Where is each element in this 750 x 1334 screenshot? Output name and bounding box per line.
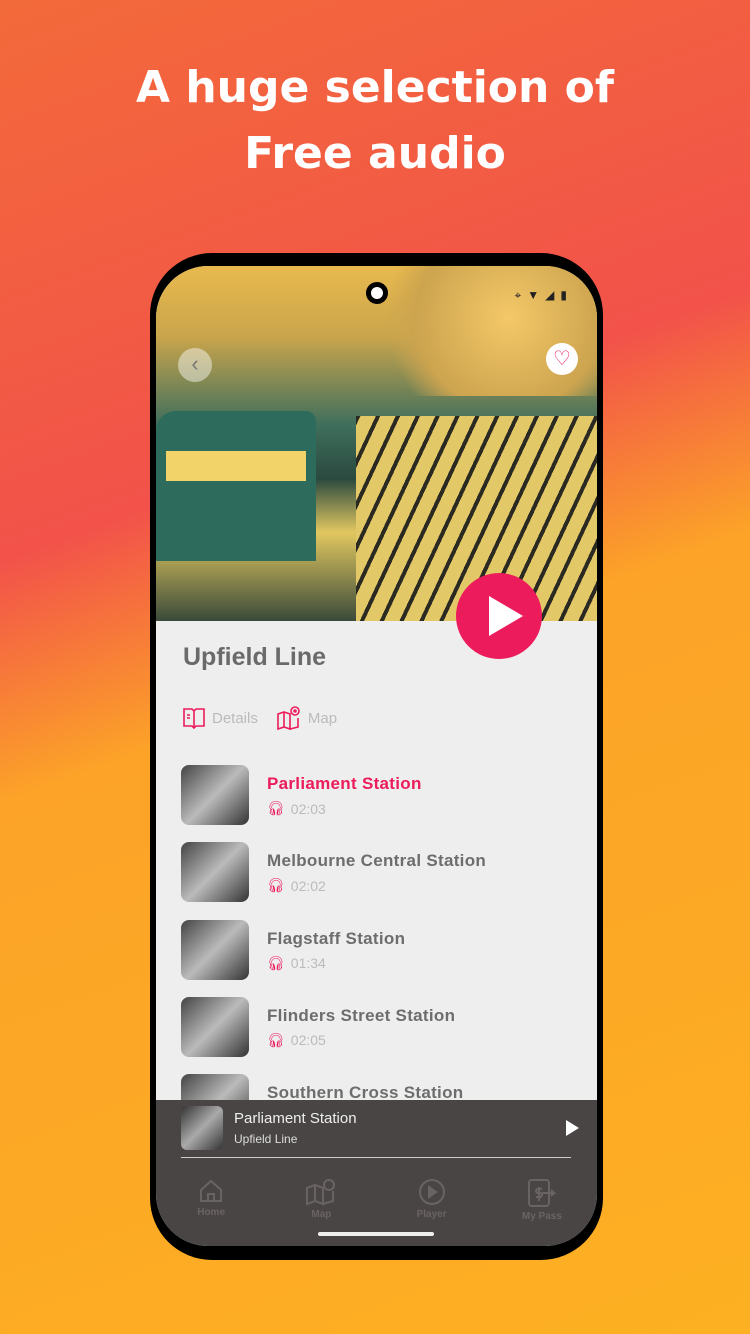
favorite-heart-icon[interactable]: ♡	[546, 343, 578, 375]
station-name: Flinders Street Station	[267, 1005, 456, 1025]
headphones-icon: 🎧︎	[267, 800, 285, 816]
hero-image	[156, 266, 597, 621]
tour-tabs: Details Map	[182, 705, 337, 731]
nav-player-label: Player	[416, 1209, 447, 1220]
nav-map[interactable]: Map	[266, 1178, 376, 1222]
mini-player-subtitle: Upfield Line	[234, 1132, 298, 1146]
nav-map-label: Map	[311, 1209, 332, 1220]
tour-title: Upfield Line	[183, 643, 327, 671]
station-item[interactable]: Parliament Station 🎧︎ 02:03	[181, 765, 581, 842]
map-icon	[306, 1179, 336, 1206]
headline-line-1: A huge selection of	[135, 62, 615, 113]
station-duration: 01:34	[290, 955, 326, 972]
tab-map[interactable]: Map	[276, 705, 337, 731]
camera-cutout	[366, 282, 388, 304]
station-duration: 02:05	[290, 1032, 326, 1049]
nav-home[interactable]: Home	[156, 1178, 266, 1222]
phone-frame: ⌖ ▼ ◢ ▮ ‹ ♡ Upfield Line Details Map Par…	[150, 253, 603, 1260]
mini-player-title[interactable]: Parliament Station	[234, 1110, 357, 1127]
tab-map-label: Map	[307, 709, 338, 727]
back-button[interactable]: ‹	[178, 348, 212, 382]
bottom-nav: Home Map Player My Pass	[156, 1178, 597, 1222]
headphones-icon: 🎧︎	[267, 877, 285, 894]
battery-icon: ▮	[560, 288, 567, 302]
app-screen: ⌖ ▼ ◢ ▮ ‹ ♡ Upfield Line Details Map Par…	[156, 266, 597, 1246]
location-icon: ⌖	[514, 288, 522, 302]
signal-icon: ◢	[545, 288, 555, 302]
headphones-icon: 🎧︎	[267, 1031, 285, 1048]
station-name: Parliament Station	[267, 774, 422, 793]
station-item[interactable]: Flinders Street Station 🎧︎ 02:05	[181, 996, 581, 1074]
play-circle-icon	[418, 1179, 445, 1205]
tab-details-label: Details	[212, 709, 258, 727]
station-thumbnail	[181, 842, 249, 903]
station-name: Flagstaff Station	[267, 928, 406, 948]
nav-player[interactable]: Player	[377, 1178, 487, 1222]
mini-player: Parliament Station Upfield Line Home Map…	[156, 1100, 597, 1246]
station-thumbnail	[181, 765, 249, 825]
headline: A huge selection of Free audio	[0, 55, 750, 187]
home-indicator[interactable]	[318, 1232, 434, 1236]
play-tour-button[interactable]	[456, 573, 542, 659]
station-thumbnail	[181, 919, 249, 980]
station-item[interactable]: Flagstaff Station 🎧︎ 01:34	[181, 919, 581, 997]
station-thumbnail	[181, 996, 249, 1057]
station-name: Melbourne Central Station	[267, 851, 487, 871]
map-pin-icon	[277, 706, 300, 731]
home-icon	[200, 1179, 223, 1202]
tab-details[interactable]: Details	[182, 705, 258, 731]
nav-home-label: Home	[197, 1207, 226, 1218]
book-icon	[183, 708, 205, 729]
mini-player-progress	[181, 1157, 571, 1158]
headline-line-2: Free audio	[244, 128, 506, 179]
pass-icon	[527, 1179, 557, 1207]
station-list: Parliament Station 🎧︎ 02:03 Melbourne Cen…	[181, 765, 581, 1151]
station-duration: 02:02	[290, 877, 326, 894]
nav-my-pass-label: My Pass	[521, 1211, 562, 1222]
mini-play-button[interactable]	[566, 1120, 579, 1136]
mini-player-thumbnail	[181, 1106, 223, 1150]
station-duration: 02:03	[290, 800, 326, 817]
wifi-icon: ▼	[527, 288, 540, 302]
station-item[interactable]: Melbourne Central Station 🎧︎ 02:02	[181, 842, 581, 919]
status-bar: ⌖ ▼ ◢ ▮	[515, 288, 568, 303]
nav-my-pass[interactable]: My Pass	[487, 1178, 597, 1222]
headphones-icon: 🎧︎	[267, 954, 285, 971]
